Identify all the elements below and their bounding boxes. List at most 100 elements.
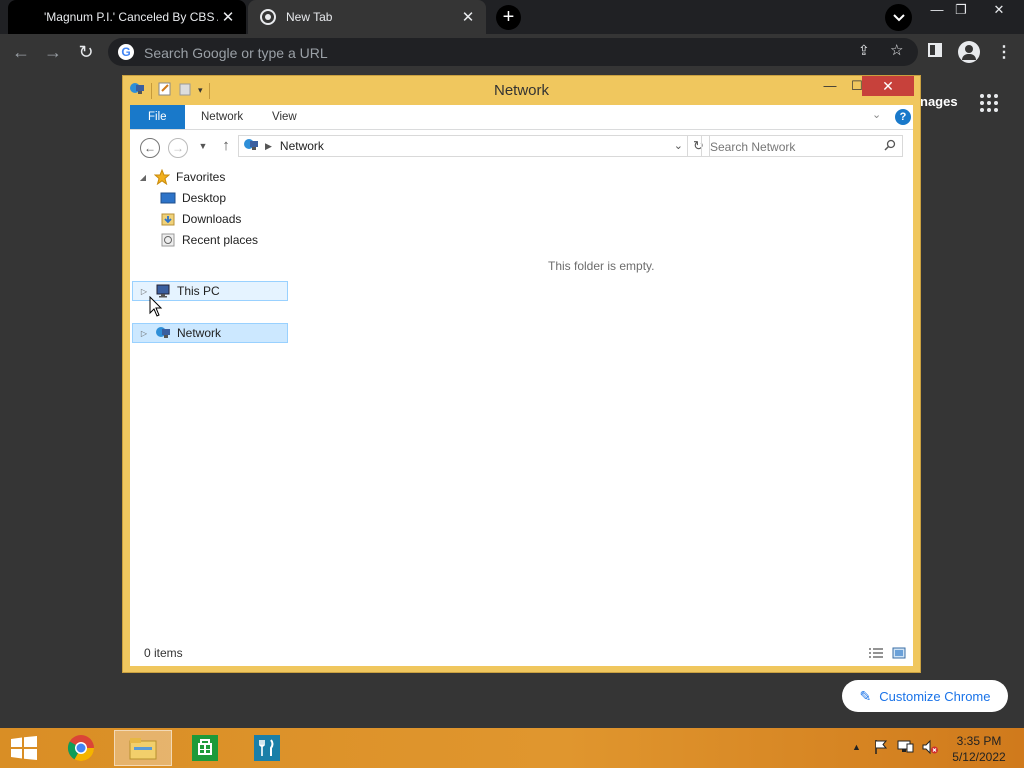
restaurant-app-icon (254, 735, 280, 761)
new-tab-button[interactable]: + (496, 5, 521, 30)
downloads-icon (160, 211, 176, 227)
clock[interactable]: 3:35 PM 5/12/2022 (948, 733, 1010, 765)
nav-favorites[interactable]: ◢ Favorites (138, 167, 225, 187)
store-icon (192, 735, 218, 761)
tab-search-button[interactable] (885, 4, 912, 31)
explorer-body: File Network View ⌄ ? ← → ▼ ↑ ▶ Network … (130, 105, 913, 666)
omnibox-input[interactable] (142, 42, 746, 64)
customize-chrome-button[interactable]: ✎ Customize Chrome (842, 680, 1008, 712)
network-icon (243, 137, 259, 156)
profile-icon[interactable] (958, 41, 980, 63)
address-bar[interactable]: ▶ Network ⌄ (238, 135, 688, 157)
apps-grid-icon[interactable] (980, 94, 1000, 112)
item-count: 0 items (144, 646, 183, 660)
star-icon (154, 169, 170, 185)
properties-icon[interactable] (158, 82, 172, 99)
chrome-icon (260, 9, 276, 25)
taskbar-chrome[interactable] (52, 730, 110, 766)
window-close-button[interactable]: ✕ (984, 2, 1014, 18)
taskbar: ▲ 3:35 PM 5/12/2022 (0, 728, 1024, 768)
chevron-down-icon[interactable]: ⌄ (674, 139, 683, 152)
share-icon[interactable]: ⇪ (858, 42, 870, 59)
taskbar-file-explorer[interactable] (114, 730, 172, 766)
window-title: Network (493, 82, 549, 99)
help-icon[interactable]: ? (895, 109, 911, 125)
mouse-cursor (149, 296, 163, 317)
tab-network[interactable]: Network (187, 105, 257, 129)
tab-view[interactable]: View (258, 105, 311, 129)
star-icon[interactable]: ☆ (890, 41, 903, 59)
windows-icon (11, 736, 37, 760)
minimize-button[interactable]: — (820, 76, 840, 96)
network-status-icon[interactable] (897, 739, 915, 758)
volume-muted-icon[interactable] (921, 739, 939, 758)
reload-icon[interactable]: ↻ (75, 41, 97, 63)
explorer-titlebar[interactable]: Network ▾ — ☐ ✕ (123, 76, 920, 104)
images-link[interactable]: nages (920, 94, 958, 109)
close-icon[interactable]: ✕ (458, 8, 478, 26)
close-button[interactable]: ✕ (862, 76, 914, 96)
clock-time: 3:35 PM (956, 734, 1002, 748)
back-icon[interactable]: ← (10, 41, 32, 63)
omnibox[interactable]: G ⇪ ☆ (108, 38, 918, 66)
forward-icon[interactable]: → (42, 41, 64, 63)
taskbar-restaurant-app[interactable] (238, 730, 296, 766)
tab-title: New Tab (286, 10, 333, 24)
nav-network[interactable]: ▷ Network (132, 323, 288, 343)
nav-desktop[interactable]: Desktop (160, 188, 226, 208)
desktop-icon (160, 190, 176, 206)
view-toggles (868, 647, 906, 662)
google-icon: G (118, 44, 134, 60)
breadcrumb-network[interactable]: Network (280, 139, 324, 153)
breadcrumb-arrow-icon[interactable]: ▶ (265, 141, 272, 152)
search-icon (884, 139, 896, 154)
recent-places-icon (160, 232, 176, 248)
tab-strip: 'Magnum P.I.' Canceled By CBS A ✕ New Ta… (0, 0, 1024, 34)
network-icon (155, 325, 171, 341)
details-view-icon[interactable] (868, 647, 884, 662)
nav-label: Recent places (182, 233, 259, 247)
customize-qat-icon[interactable]: ▾ (198, 85, 203, 96)
ribbon-tabs: File Network View ⌄ ? (130, 105, 913, 130)
chevron-down-icon (892, 13, 905, 21)
sidepanel-icon[interactable] (928, 43, 942, 57)
tab-title: 'Magnum P.I.' Canceled By CBS A (44, 10, 218, 24)
recent-locations-icon[interactable]: ▼ (193, 141, 213, 151)
nav-downloads[interactable]: Downloads (160, 209, 241, 229)
tab-magnum[interactable]: 'Magnum P.I.' Canceled By CBS A ✕ (8, 0, 246, 34)
collapse-icon[interactable]: ◢ (138, 173, 148, 182)
forward-icon[interactable]: → (168, 138, 188, 158)
empty-folder-message: This folder is empty. (548, 259, 655, 273)
expand-icon[interactable]: ▷ (139, 287, 149, 296)
status-bar: 0 items (130, 641, 913, 666)
tab-file[interactable]: File (130, 105, 185, 129)
new-folder-icon[interactable] (178, 82, 192, 99)
expand-ribbon-icon[interactable]: ⌄ (872, 108, 881, 121)
large-icons-view-icon[interactable] (892, 647, 906, 662)
nav-label: Network (177, 326, 222, 340)
action-center-flag-icon[interactable] (873, 739, 889, 758)
nav-label: Downloads (182, 212, 242, 226)
show-hidden-icons[interactable]: ▲ (852, 742, 861, 752)
nav-label: Desktop (182, 191, 227, 205)
start-button[interactable] (10, 736, 38, 760)
pencil-icon: ✎ (859, 687, 872, 704)
menu-icon[interactable]: ⋮ (996, 42, 1012, 62)
up-icon[interactable]: ↑ (216, 137, 236, 154)
explorer-window: Network ▾ — ☐ ✕ File Network View ⌄ ? ← … (122, 75, 921, 673)
network-icon (129, 81, 145, 100)
navigation-pane: ◢ Favorites Desktop Downloads Recent pla… (130, 165, 290, 641)
tab-new-tab[interactable]: New Tab ✕ (248, 0, 486, 34)
search-box[interactable] (701, 135, 903, 157)
clock-date: 5/12/2022 (952, 750, 1006, 764)
expand-icon[interactable]: ▷ (139, 329, 149, 338)
back-icon[interactable]: ← (140, 138, 160, 158)
nav-label: Favorites (176, 170, 226, 184)
search-input[interactable] (708, 138, 882, 156)
close-icon[interactable]: ✕ (218, 8, 238, 26)
file-explorer-icon (129, 738, 157, 760)
nav-recent-places[interactable]: Recent places (160, 230, 258, 250)
restore-button[interactable]: ❐ (946, 2, 976, 18)
taskbar-store[interactable] (176, 730, 234, 766)
nav-label: This PC (177, 284, 220, 298)
